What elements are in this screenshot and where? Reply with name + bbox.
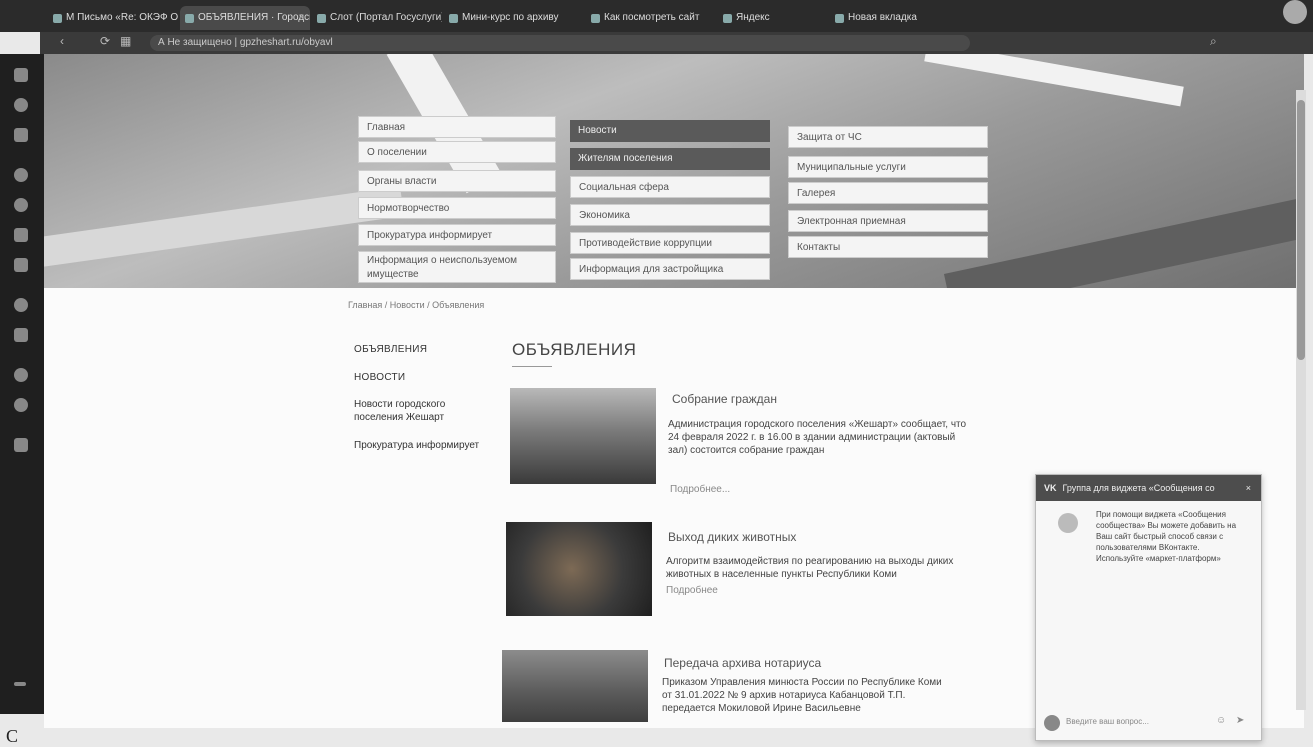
browser-tab-bar: M Письмо «Re: ОКЭФ ОК ОБЪЯВЛЕНИЯ · Город… — [0, 0, 1313, 32]
search-icon[interactable]: ⌕ — [1210, 34, 1217, 49]
user-avatar — [1044, 715, 1060, 731]
menu-item-social[interactable]: Социальная сфера — [570, 176, 770, 198]
location-icon[interactable] — [14, 438, 28, 452]
back-icon[interactable]: ‹ — [60, 34, 64, 48]
section-nav-announcements[interactable]: ОБЪЯВЛЕНИЯ — [354, 344, 427, 355]
news-thumbnail[interactable] — [506, 522, 652, 616]
news-thumbnail[interactable] — [502, 650, 648, 722]
tab-favicon-icon — [185, 14, 194, 23]
breadcrumb-news[interactable]: Новости — [390, 300, 425, 310]
banner-stripe — [924, 54, 1184, 107]
menu-item-reception[interactable]: Электронная приемная — [788, 210, 988, 232]
caption-text: С — [6, 726, 19, 746]
news-title[interactable]: Выход диких животных — [668, 530, 796, 544]
news-summary: Администрация городского поселения «Жеша… — [668, 419, 967, 456]
menu-item-property[interactable]: Информация о неиспользуемом имуществе — [358, 251, 556, 283]
scrollbar-thumb[interactable] — [1297, 100, 1305, 360]
tab-favicon-icon — [591, 14, 600, 23]
breadcrumb: Главная / Новости / Объявления — [348, 300, 484, 310]
menu-item-news[interactable]: Новости — [570, 120, 770, 142]
tab-label: Новая вкладка — [848, 12, 917, 23]
send-icon[interactable] — [14, 328, 28, 342]
profile-avatar[interactable] — [1283, 0, 1307, 24]
vk-message-input[interactable]: Введите ваш вопрос... — [1066, 717, 1149, 726]
menu-item-anticorruption[interactable]: Противодействие коррупции — [570, 232, 770, 254]
breadcrumb-home[interactable]: Главная — [348, 300, 382, 310]
grid-icon[interactable]: ▦ — [120, 34, 131, 48]
menu-item-developers[interactable]: Информация для застройщика — [570, 258, 770, 280]
shield-icon[interactable] — [14, 128, 28, 142]
menu-item-about[interactable]: О поселении — [358, 141, 556, 163]
more-icon[interactable] — [14, 682, 26, 686]
url-input[interactable]: А Не защищено | gpzheshart.ru/obyavl — [150, 35, 970, 51]
vk-widget-title: Группа для виджета «Сообщения со — [1062, 483, 1215, 493]
vk-icon[interactable] — [14, 228, 28, 242]
close-icon[interactable]: × — [1246, 475, 1251, 501]
news-title[interactable]: Передача архива нотариуса — [664, 656, 821, 670]
tab-label: Как посмотреть сайт — [604, 12, 700, 23]
history-icon[interactable] — [14, 298, 28, 312]
vk-message: При помощи виджета «Сообщения сообщества… — [1096, 510, 1237, 563]
send-icon[interactable]: ➤ — [1236, 715, 1244, 726]
tab-label: M Письмо «Re: ОКЭФ ОК — [66, 12, 178, 23]
section-nav-prosecutor[interactable]: Прокуратура информирует — [354, 440, 479, 451]
menu-item-prosecutor[interactable]: Прокуратура информирует — [358, 224, 556, 246]
menu-item-residents[interactable]: Жителям поселения — [570, 148, 770, 170]
title-underline — [512, 366, 552, 367]
section-nav-town-news[interactable]: Новости городского поселения Жешарт — [354, 398, 494, 424]
tab-favicon-icon — [317, 14, 326, 23]
tab-label: Мини-курс по архиву — [462, 12, 559, 23]
menu-item-gallery[interactable]: Галерея — [788, 182, 988, 204]
news-title[interactable]: Собрание граждан — [672, 392, 777, 406]
menu-item-services[interactable]: Муниципальные услуги — [788, 156, 988, 178]
emoji-icon[interactable]: ☺ — [1216, 715, 1226, 726]
menu-item-authorities[interactable]: Органы власти — [358, 170, 556, 192]
tab-label: Яндекс — [736, 12, 770, 23]
tab-favicon-icon — [449, 14, 458, 23]
page-title: ОБЪЯВЛЕНИЯ — [512, 340, 637, 359]
tab-label: ОБЪЯВЛЕНИЯ · Городск — [198, 12, 310, 23]
browser-tab[interactable]: Слот (Портал Госуслуги) — [312, 6, 442, 30]
browser-tab[interactable]: M Письмо «Re: ОКЭФ ОК — [48, 6, 178, 30]
news-summary: Алгоритм взаимодействия по реагированию … — [666, 556, 954, 580]
menu-item-home[interactable]: Главная — [358, 116, 556, 138]
tab-favicon-icon — [723, 14, 732, 23]
vk-logo-icon: VK — [1044, 483, 1057, 493]
read-more-link[interactable]: Подробнее... — [670, 484, 730, 495]
banner-stripe — [943, 194, 1304, 288]
close-tab-icon[interactable]: × — [298, 6, 304, 30]
browser-tab[interactable]: Новая вкладка — [830, 6, 970, 30]
home-icon[interactable] — [14, 68, 28, 82]
vk-widget-header[interactable]: VK Группа для виджета «Сообщения со × — [1036, 475, 1261, 501]
news-summary: Приказом Управления минюста России по Ре… — [662, 677, 942, 714]
vk-avatar — [1058, 513, 1078, 533]
vk-messages-widget: VK Группа для виджета «Сообщения со × При… — [1035, 474, 1262, 741]
browser-tab-active[interactable]: ОБЪЯВЛЕНИЯ · Городск × — [180, 6, 310, 30]
tab-favicon-icon — [835, 14, 844, 23]
menu-item-lawmaking[interactable]: Нормотворчество — [358, 197, 556, 219]
menu-item-economy[interactable]: Экономика — [570, 204, 770, 226]
tab-favicon-icon — [53, 14, 62, 23]
clock-icon[interactable] — [14, 368, 28, 382]
section-nav-news[interactable]: НОВОСТИ — [354, 372, 405, 383]
settings-icon[interactable] — [14, 398, 28, 412]
browser-tab[interactable]: Как посмотреть сайт — [586, 6, 716, 30]
star-icon[interactable] — [14, 98, 28, 112]
telegram-icon[interactable] — [14, 258, 28, 272]
menu-item-emergency[interactable]: Защита от ЧС — [788, 126, 988, 148]
browser-tab[interactable]: Яндекс — [718, 6, 828, 30]
menu-item-contacts[interactable]: Контакты — [788, 236, 988, 258]
browser-tab[interactable]: Мини-курс по архиву — [444, 6, 584, 30]
messenger-icon[interactable] — [14, 168, 28, 182]
tab-label: Слот (Портал Госуслуги) — [330, 12, 442, 23]
news-thumbnail[interactable] — [510, 388, 656, 484]
browser-sidebar — [0, 54, 44, 714]
reload-icon[interactable]: ⟳ — [100, 34, 110, 48]
breadcrumb-current: Объявления — [432, 300, 485, 310]
read-more-link[interactable]: Подробнее — [666, 585, 718, 596]
banner-stripe — [44, 186, 405, 272]
whatsapp-icon[interactable] — [14, 198, 28, 212]
